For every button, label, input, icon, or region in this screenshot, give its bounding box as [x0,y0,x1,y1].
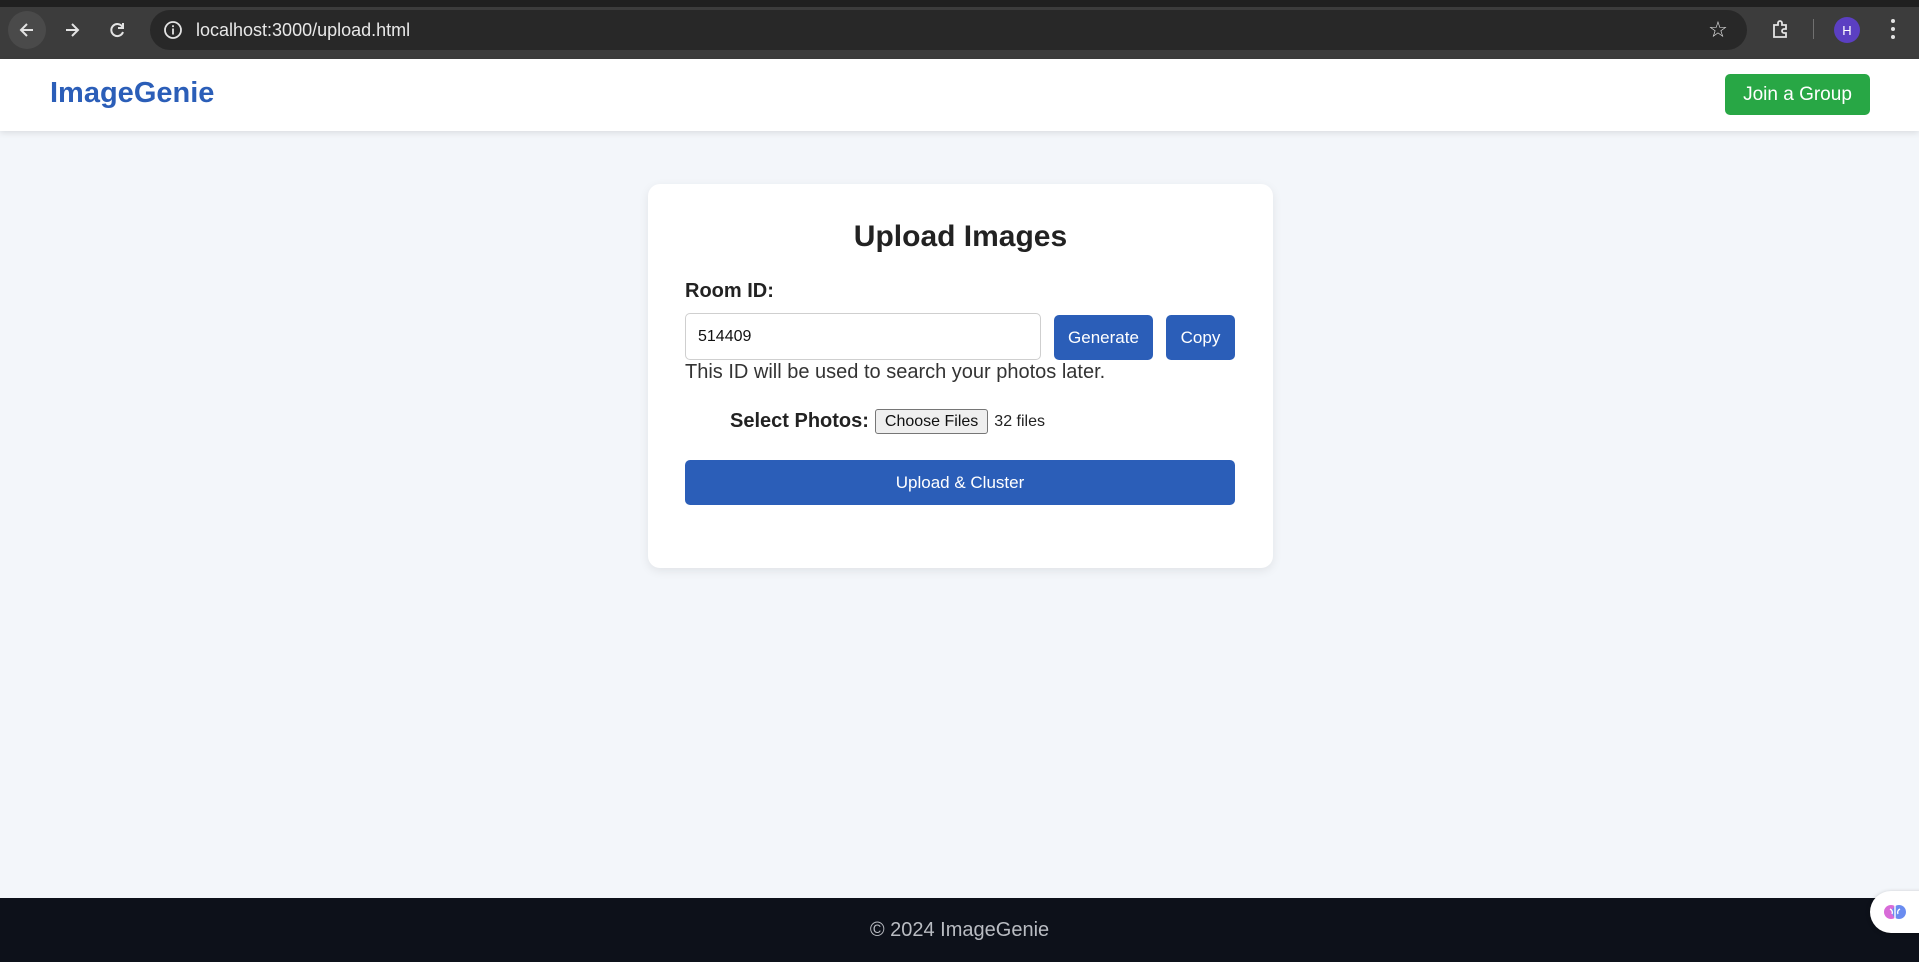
select-photos-label: Select Photos: [730,410,869,432]
upload-card: Upload Images Room ID: Generate Copy Thi… [648,184,1273,568]
address-bar[interactable]: localhost:3000/upload.html ☆ [150,10,1747,50]
puzzle-icon[interactable] [1767,15,1795,43]
browser-toolbar: localhost:3000/upload.html ☆ H [0,0,1919,59]
site-footer: © 2024 ImageGenie [0,898,1919,962]
arrow-left-icon [19,23,33,37]
generate-button[interactable]: Generate [1054,315,1153,360]
star-icon[interactable]: ☆ [1705,17,1731,43]
logo[interactable]: ImageGenie [50,77,214,110]
reload-button[interactable] [98,11,136,49]
toolbar-divider [1813,19,1814,39]
copyright-text: © 2024 ImageGenie [869,919,1050,941]
join-group-button[interactable]: Join a Group [1725,74,1870,115]
url-text[interactable]: localhost:3000/upload.html [196,20,410,41]
copy-button[interactable]: Copy [1166,315,1235,360]
brain-icon [1884,905,1906,919]
forward-button[interactable] [53,11,91,49]
choose-files-button[interactable]: Choose Files [874,409,989,434]
room-id-input[interactable] [685,313,1041,360]
upload-cluster-button[interactable]: Upload & Cluster [685,460,1235,505]
page-title: Upload Images [853,220,1068,253]
site-header: ImageGenie Join a Group [0,59,1919,131]
assistant-widget[interactable] [1870,891,1919,933]
room-id-hint: This ID will be used to search your phot… [685,361,1106,383]
avatar[interactable]: H [1834,17,1860,43]
file-count: 32 files [994,412,1045,430]
room-id-label: Room ID: [685,280,774,302]
info-icon[interactable] [162,19,184,41]
tab-strip [0,0,1919,7]
select-photos-row: Select Photos: Choose Files 32 files [730,409,1045,434]
reload-icon [110,23,124,38]
back-button[interactable] [8,11,46,49]
kebab-menu-icon[interactable] [1880,15,1906,43]
arrow-right-icon [66,23,80,37]
